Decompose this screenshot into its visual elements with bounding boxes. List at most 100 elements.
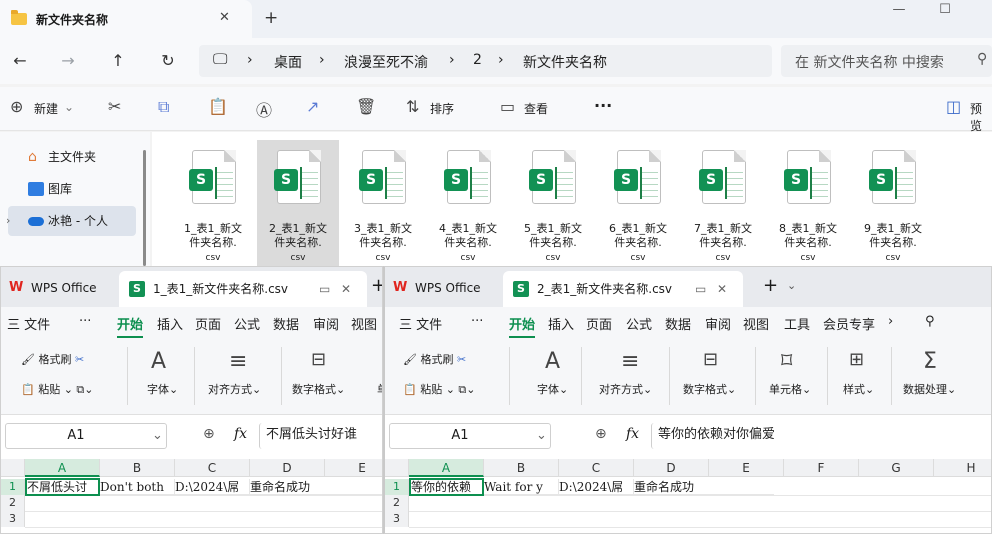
format-painter-button[interactable]: 🖌 格式刷 ✂: [21, 351, 84, 367]
sidebar-scrollbar[interactable]: [143, 150, 146, 266]
maximize-button[interactable]: ☐: [922, 0, 968, 24]
sidebar-item-onedrive[interactable]: › 冰艳 - 个人: [6, 206, 136, 236]
window-icon[interactable]: ▭: [319, 271, 330, 307]
file-item[interactable]: S 8_表1_新文 件夹名称. csv: [767, 140, 849, 266]
column-header[interactable]: H: [934, 459, 991, 477]
font-button[interactable]: 字体⌄: [537, 381, 568, 397]
back-arrow-icon[interactable]: ←: [6, 49, 34, 73]
file-item[interactable]: S 4_表1_新文 件夹名称. csv: [427, 140, 509, 266]
more-button[interactable]: ···: [594, 96, 612, 115]
new-tab-button[interactable]: +: [371, 275, 382, 296]
column-header[interactable]: A: [409, 459, 484, 477]
data-process-button[interactable]: 数据处理⌄: [903, 381, 956, 397]
menu-item[interactable]: 三 文件: [399, 314, 442, 333]
window-icon[interactable]: ▭: [695, 271, 706, 307]
close-tab-icon[interactable]: ✕: [341, 271, 351, 307]
search-icon[interactable]: ⚲: [925, 314, 935, 329]
forward-arrow-icon[interactable]: →: [54, 49, 82, 73]
paste-button[interactable]: 📋 粘贴 ⌄ ⧉⌄: [21, 381, 94, 397]
formula-input[interactable]: 不屑低头讨好谁: [259, 423, 382, 449]
column-header[interactable]: C: [559, 459, 634, 477]
file-item[interactable]: S 3_表1_新文 件夹名称. csv: [342, 140, 424, 266]
column-header[interactable]: C: [175, 459, 250, 477]
search-input[interactable]: 在 新文件夹名称 中搜索 ⚲: [781, 45, 992, 77]
close-tab-icon[interactable]: ✕: [219, 10, 230, 25]
copy-icon[interactable]: ⧉: [458, 383, 466, 396]
cell[interactable]: 重命名成功: [634, 479, 774, 495]
menu-item[interactable]: 审阅: [313, 314, 339, 333]
new-tab-button[interactable]: +: [264, 8, 278, 28]
font-button[interactable]: 字体⌄: [147, 381, 178, 397]
column-header[interactable]: D: [250, 459, 325, 477]
breadcrumb-2[interactable]: 2: [473, 52, 482, 68]
close-tab-icon[interactable]: ✕: [717, 271, 727, 307]
menu-item[interactable]: 页面: [195, 314, 221, 333]
number-format-button[interactable]: 数字格式⌄: [683, 381, 736, 397]
breadcrumb-desktop[interactable]: 桌面: [274, 52, 302, 72]
copy-icon[interactable]: ⧉: [76, 383, 84, 396]
cell[interactable]: 不屑低头讨: [25, 478, 100, 496]
menu-item[interactable]: 公式: [234, 314, 260, 333]
menu-item[interactable]: 数据: [273, 314, 299, 333]
explorer-tab[interactable]: 新文件夹名称 ✕: [0, 0, 252, 38]
column-header[interactable]: D: [634, 459, 709, 477]
sidebar-item-home[interactable]: ⌂ 主文件夹: [8, 142, 136, 172]
file-item[interactable]: S 6_表1_新文 件夹名称. csv: [597, 140, 679, 266]
share-icon[interactable]: ↗: [306, 97, 319, 116]
wps-doc-tab[interactable]: S 2_表1_新文件夹名称.csv ▭ ✕: [503, 271, 743, 307]
menu-item[interactable]: 三 文件: [7, 314, 50, 333]
chevron-down-icon[interactable]: ⌄: [536, 424, 547, 448]
minimize-button[interactable]: —: [876, 0, 922, 24]
wps-home-tab[interactable]: W WPS Office: [391, 275, 491, 301]
zoom-icon[interactable]: ⊕: [595, 426, 607, 442]
file-item[interactable]: S 9_表1_新文 件夹名称. csv: [852, 140, 934, 266]
menu-item[interactable]: ···: [79, 314, 91, 329]
select-all-corner[interactable]: [1, 459, 25, 477]
cell[interactable]: D:\2024\屌: [559, 479, 634, 495]
column-header[interactable]: F: [784, 459, 859, 477]
menu-item[interactable]: 会员专享: [823, 314, 875, 333]
preview-button[interactable]: 预览: [970, 100, 992, 134]
menu-item[interactable]: 视图: [351, 314, 377, 333]
row-header[interactable]: 1: [1, 479, 25, 495]
cell[interactable]: Wait for y: [484, 479, 559, 495]
file-item[interactable]: S 2_表1_新文 件夹名称. csv: [257, 140, 339, 266]
delete-icon[interactable]: 🗑: [356, 97, 376, 116]
cell[interactable]: Don't both: [100, 479, 175, 495]
row-header[interactable]: 2: [385, 495, 409, 511]
breadcrumb-folder[interactable]: 浪漫至死不渝: [344, 52, 428, 72]
row-header[interactable]: 3: [1, 511, 25, 527]
cell-button[interactable]: 单元格⌄: [769, 381, 811, 397]
wps-doc-tab[interactable]: S 1_表1_新文件夹名称.csv ▭ ✕: [119, 271, 367, 307]
fx-icon[interactable]: fx: [626, 426, 639, 442]
column-header[interactable]: G: [859, 459, 934, 477]
column-header[interactable]: A: [25, 459, 100, 477]
formula-input[interactable]: 等你的依赖对你偏爱: [651, 423, 991, 449]
paste-button[interactable]: 📋 粘贴 ⌄ ⧉⌄: [403, 381, 476, 397]
format-painter-button[interactable]: 🖌 格式刷 ✂: [403, 351, 466, 367]
align-button[interactable]: 对齐方式⌄: [208, 381, 261, 397]
file-item[interactable]: S 7_表1_新文 件夹名称. csv: [682, 140, 764, 266]
chevron-down-icon[interactable]: ⌄: [787, 279, 796, 292]
address-bar[interactable]: 🖵 › 桌面 › 浪漫至死不渝 › 2 › 新文件夹名称: [199, 45, 772, 77]
new-button[interactable]: 新建: [34, 100, 58, 117]
row-header[interactable]: 2: [1, 495, 25, 511]
name-box[interactable]: A1 ⌄: [389, 423, 551, 449]
refresh-icon[interactable]: ↻: [154, 49, 182, 73]
view-button[interactable]: 查看: [524, 100, 548, 117]
menu-item[interactable]: 插入: [548, 314, 574, 333]
name-box[interactable]: A1 ⌄: [5, 423, 167, 449]
row-header[interactable]: 3: [385, 511, 409, 527]
column-header[interactable]: B: [484, 459, 559, 477]
sort-button[interactable]: 排序: [430, 100, 454, 117]
column-header[interactable]: B: [100, 459, 175, 477]
cell[interactable]: 重命名成功: [250, 479, 382, 495]
menu-item[interactable]: 开始: [509, 314, 536, 338]
column-header[interactable]: E: [709, 459, 784, 477]
menu-item[interactable]: 插入: [157, 314, 183, 333]
menu-item[interactable]: 开始: [117, 314, 144, 338]
fx-icon[interactable]: fx: [234, 426, 247, 442]
cell[interactable]: 等你的依赖: [409, 478, 484, 496]
file-item[interactable]: S 5_表1_新文 件夹名称. csv: [512, 140, 594, 266]
sidebar-item-gallery[interactable]: 图库: [8, 174, 136, 204]
